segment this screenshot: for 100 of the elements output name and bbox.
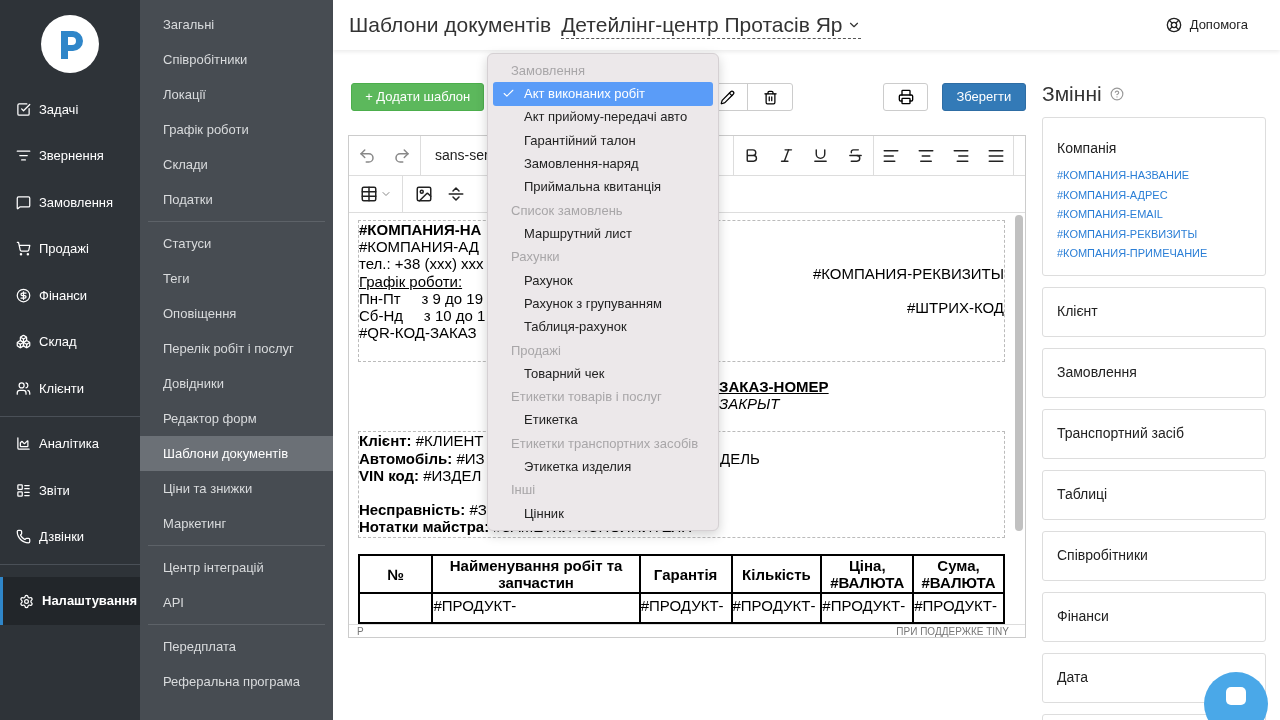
section-title: Транспортний засіб xyxy=(1057,424,1184,443)
variable-section[interactable]: Клієнт xyxy=(1042,286,1266,337)
scrollbar[interactable] xyxy=(1015,215,1023,531)
settings-menu-item[interactable]: Ціни та знижки xyxy=(140,471,333,506)
chat-launcher-toast[interactable] xyxy=(1204,672,1268,720)
settings-menu-item[interactable]: Загальні xyxy=(140,7,333,42)
menu-item[interactable]: Маршрутний лист xyxy=(493,222,713,246)
menu-item[interactable]: Приймальна квитанція xyxy=(493,175,713,199)
table-header: Найменування робіт та запчастин xyxy=(432,555,640,593)
document-line: #КОМПАНИЯ-РЕКВИЗИТЫ xyxy=(812,265,1004,283)
document-line: #КОМПАНИЯ-АД xyxy=(359,238,480,256)
menu-item[interactable]: Цінник xyxy=(493,501,713,525)
settings-menu-item[interactable]: API xyxy=(140,585,333,620)
table-cell: #ПРОДУКТ- xyxy=(639,593,732,623)
nav-item[interactable]: Фінанси xyxy=(0,272,140,319)
page-break-icon[interactable] xyxy=(447,185,465,203)
help-link[interactable]: Допомога xyxy=(1165,15,1248,35)
variable-link[interactable]: #КОМПАНИЯ-EMAIL xyxy=(1057,205,1251,225)
table-header: Гарантія xyxy=(639,555,732,593)
document-line: Автомобіль: #ИЗ xyxy=(359,449,485,467)
pencil-icon xyxy=(720,89,736,105)
settings-menu-item[interactable]: Статуси xyxy=(140,226,333,261)
variable-section[interactable]: Співробітники xyxy=(1042,530,1266,581)
strikethrough-icon[interactable] xyxy=(847,147,865,164)
image-icon[interactable] xyxy=(415,185,433,203)
menu-group-header: Продажі xyxy=(510,341,562,360)
nav-item[interactable]: Звернення xyxy=(0,132,140,179)
nav-item[interactable]: Клієнти xyxy=(0,365,140,412)
location-selector[interactable]: Детейлінг-центр Протасів Яр xyxy=(561,11,861,39)
list-icon xyxy=(16,482,31,498)
menu-item[interactable]: Этикетка изделия xyxy=(493,455,713,479)
settings-menu-item[interactable]: Локації xyxy=(140,77,333,112)
nav-item[interactable]: Аналітика xyxy=(0,420,140,467)
table-header: Кількість xyxy=(731,555,822,593)
menu-item[interactable]: Таблиця-рахунок xyxy=(493,315,713,339)
nav-item[interactable]: Дзвінки xyxy=(0,513,140,560)
variable-section[interactable]: Транспортний засіб xyxy=(1042,408,1266,459)
menu-item[interactable]: Замовлення-наряд xyxy=(493,152,713,176)
settings-menu-item[interactable]: Оповіщення xyxy=(140,296,333,331)
menu-item[interactable]: Етикетка xyxy=(493,408,713,432)
document-line: Пн-Пт з 9 до 19 xyxy=(359,289,485,307)
nav-item[interactable]: Замовлення xyxy=(0,179,140,226)
table-header: Сума, #ВАЛЮТА xyxy=(913,555,1004,593)
variable-link[interactable]: #КОМПАНИЯ-АДРЕС xyxy=(1057,185,1251,205)
menu-group-header: Етикетки транспортних засобів xyxy=(510,434,700,453)
variable-link[interactable]: #КОМПАНИЯ-ПРИМЕЧАНИЕ xyxy=(1057,244,1251,264)
cart-icon xyxy=(16,241,31,257)
settings-menu-item[interactable]: Графік роботи xyxy=(140,112,333,147)
settings-menu-item[interactable]: Співробітники xyxy=(140,42,333,77)
settings-menu-item[interactable]: Центр інтеграцій xyxy=(140,550,333,585)
section-title: Дата xyxy=(1057,668,1088,687)
table-icon[interactable] xyxy=(359,185,378,203)
settings-menu-item[interactable]: Передплата xyxy=(140,629,333,664)
settings-menu-item[interactable]: Шаблони документів xyxy=(140,436,333,471)
nav-item[interactable]: Склад xyxy=(0,318,140,365)
help-icon[interactable] xyxy=(1109,87,1124,101)
settings-menu-item[interactable]: Перелік робіт і послуг xyxy=(140,331,333,366)
menu-item[interactable]: Товарний чек xyxy=(493,361,713,386)
variable-link[interactable]: #КОМПАНИЯ-РЕКВИЗИТЫ xyxy=(1057,224,1251,244)
settings-menu-item[interactable]: Довідники xyxy=(140,366,333,401)
redo-icon[interactable] xyxy=(393,146,412,165)
settings-menu-item[interactable]: Маркетинг xyxy=(140,506,333,541)
settings-menu-item[interactable]: Редактор форм xyxy=(140,401,333,436)
boxes-icon xyxy=(16,334,31,350)
lifebuoy-icon xyxy=(1165,17,1182,33)
settings-icon xyxy=(19,593,34,609)
table-cell: #ПРОДУКТ- xyxy=(432,593,640,623)
menu-group-header: Список замовлень xyxy=(510,201,624,220)
settings-menu-item[interactable]: Теги xyxy=(140,261,333,296)
variable-link[interactable]: #КОМПАНИЯ-НАЗВАНИЕ xyxy=(1057,166,1251,186)
menu-item[interactable]: Рахунок xyxy=(493,268,713,292)
print-button[interactable] xyxy=(883,83,928,111)
trash-icon xyxy=(762,89,778,105)
settings-menu-item[interactable]: Податки xyxy=(140,182,333,217)
table-header: Ціна, #ВАЛЮТА xyxy=(821,555,914,593)
checkbox-icon xyxy=(16,101,31,117)
powered-by-text: ПРИ ПОДДЕРЖКЕ TINY xyxy=(896,624,1009,639)
variable-section[interactable]: Компанія #КОМПАНИЯ-НАЗВАНИЕ #КОМПАНИЯ-АДРЕС #КОМПАНИЯ-EMAIL #КОМПАНИЯ-РЕКВИЗИТЫ #КОМПАНИЯ-ПРИМЕЧАНИЕ xyxy=(1042,117,1266,276)
variable-section[interactable]: Фінанси xyxy=(1042,591,1266,642)
coin-icon xyxy=(16,287,31,303)
nav-item[interactable]: Задачі xyxy=(0,86,140,133)
document-line: Несправність: #З xyxy=(359,501,487,518)
menu-item[interactable]: Рахунок з групуванням xyxy=(493,291,713,316)
underline-icon[interactable] xyxy=(812,147,830,164)
document-line: #ШТРИХ-КОД xyxy=(906,299,1004,317)
element-path: P xyxy=(357,624,364,639)
save-button[interactable]: Зберегти xyxy=(941,83,1026,111)
document-line: #QR-КОД-ЗАКАЗ xyxy=(359,324,478,342)
variable-section[interactable]: Таблиці xyxy=(1042,469,1266,520)
section-title: Таблиці xyxy=(1057,485,1108,504)
menu-item[interactable]: Гарантійний талон xyxy=(493,128,713,153)
undo-icon[interactable] xyxy=(357,146,376,165)
nav-item[interactable]: Налаштування xyxy=(0,577,140,625)
nav-item[interactable]: Звіти xyxy=(0,467,140,514)
settings-menu-item[interactable]: Склади xyxy=(140,147,333,182)
document-line: VIN код: #ИЗДЕЛ xyxy=(359,466,482,484)
nav-item[interactable]: Продажі xyxy=(0,225,140,272)
variable-section[interactable]: Замовлення xyxy=(1042,347,1266,398)
menu-item[interactable]: Акт прийому-передачі авто xyxy=(493,105,713,129)
settings-menu-item[interactable]: Реферальна програма xyxy=(140,664,333,699)
